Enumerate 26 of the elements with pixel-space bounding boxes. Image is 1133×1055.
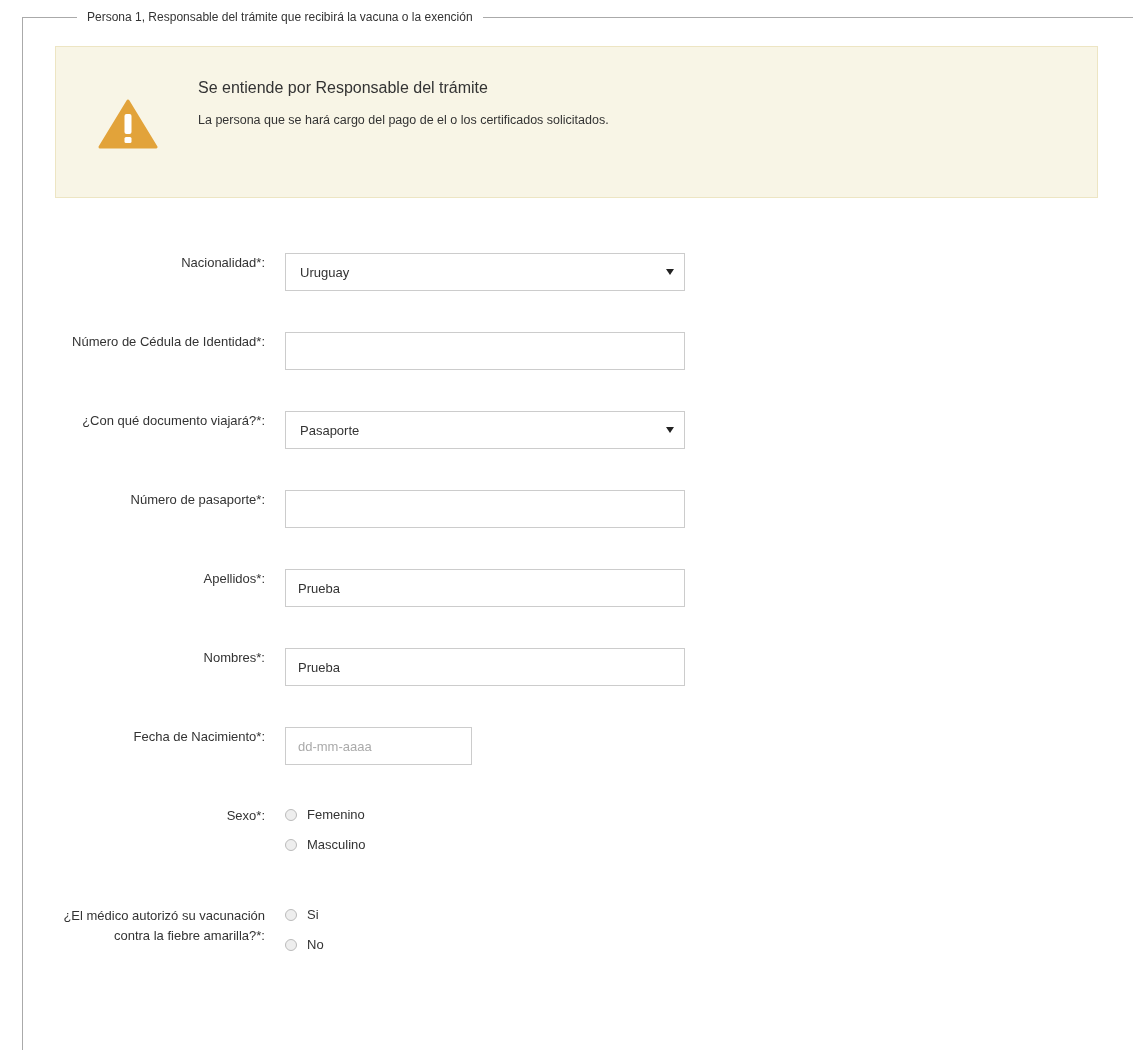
field-label: Sexo*: <box>225 807 266 825</box>
field-label: Número de pasaporte*: <box>129 491 266 509</box>
radio-option[interactable]: No <box>285 936 324 954</box>
field-label: Número de Cédula de Identidad*: <box>71 333 266 351</box>
text-field[interactable]: Prueba <box>285 648 685 686</box>
alert-text: La persona que se hará cargo del pago de el o los certificados solicitados. <box>198 113 609 127</box>
field-label: ¿El médico autorizó su vacunación contra la fiebre amarilla?*: <box>62 907 266 945</box>
date-field[interactable]: dd-mm-aaaa <box>285 727 472 765</box>
radio-option[interactable]: Femenino <box>285 806 366 824</box>
field-label: ¿Con qué documento viajará?*: <box>81 412 266 430</box>
text-field[interactable] <box>285 332 685 370</box>
section-legend: Persona 1, Responsable del trámite que recibirá la vacuna o la exención <box>77 10 483 24</box>
radio-option[interactable]: Masculino <box>285 836 366 854</box>
dropdown-caret-icon <box>666 269 674 275</box>
text-field[interactable]: Prueba <box>285 569 685 607</box>
radio-option[interactable]: Si <box>285 906 324 924</box>
field-label: Nombres*: <box>202 649 266 667</box>
alert-title: Se entiende por Responsable del trámite <box>198 79 489 97</box>
select-field[interactable]: Pasaporte <box>285 411 685 449</box>
select-field[interactable]: Uruguay <box>285 253 685 291</box>
field-label: Apellidos*: <box>202 570 266 588</box>
field-label: Fecha de Nacimiento*: <box>132 728 266 746</box>
warning-icon <box>98 99 158 149</box>
dropdown-caret-icon <box>666 427 674 433</box>
field-label: Nacionalidad*: <box>180 254 266 272</box>
text-field[interactable] <box>285 490 685 528</box>
